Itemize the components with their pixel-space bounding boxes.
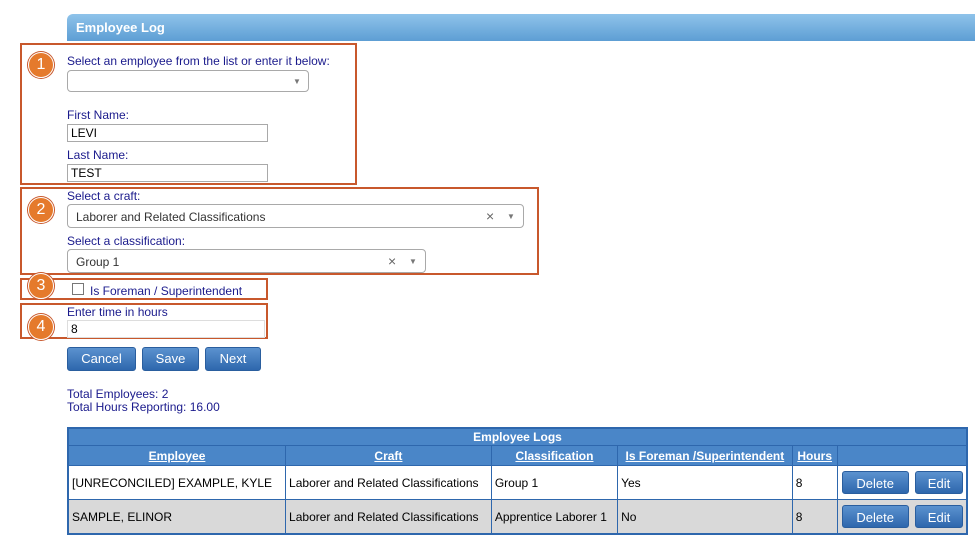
panel-header: Employee Log bbox=[67, 14, 975, 41]
edit-button[interactable]: Edit bbox=[915, 505, 963, 528]
cell-classification: Apprentice Laborer 1 bbox=[490, 499, 619, 535]
step-marker-1: 1 bbox=[28, 52, 54, 78]
table-row: SAMPLE, ELINOR Laborer and Related Class… bbox=[67, 499, 968, 535]
column-header-foreman[interactable]: Is Foreman /Superintendent bbox=[617, 445, 793, 466]
classification-select-value: Group 1 bbox=[76, 255, 120, 269]
cell-employee: SAMPLE, ELINOR bbox=[67, 499, 287, 535]
cancel-button[interactable]: Cancel bbox=[67, 347, 136, 371]
chevron-down-icon: ▼ bbox=[293, 77, 301, 86]
first-name-field[interactable]: LEVI bbox=[67, 124, 268, 142]
foreman-label[interactable]: Is Foreman / Superintendent bbox=[90, 284, 242, 298]
last-name-label: Last Name: bbox=[67, 148, 129, 162]
chevron-down-icon[interactable]: ▼ bbox=[409, 257, 417, 266]
cell-actions: Delete Edit bbox=[836, 465, 968, 500]
total-hours: Total Hours Reporting: 16.00 bbox=[67, 400, 220, 414]
first-name-label: First Name: bbox=[67, 108, 130, 122]
cell-hours: 8 bbox=[791, 465, 838, 500]
employee-select[interactable]: ▼ bbox=[67, 70, 309, 92]
cell-employee: [UNRECONCILED] EXAMPLE, KYLE bbox=[67, 465, 287, 500]
foreman-checkbox[interactable] bbox=[72, 283, 84, 295]
close-icon[interactable]: × bbox=[486, 208, 494, 224]
cell-foreman: No bbox=[617, 499, 793, 535]
column-header-classification[interactable]: Classification bbox=[490, 445, 619, 466]
column-header-craft[interactable]: Craft bbox=[285, 445, 492, 466]
next-button[interactable]: Next bbox=[205, 347, 261, 371]
column-header-actions bbox=[836, 445, 968, 466]
classification-label: Select a classification: bbox=[67, 234, 186, 248]
table-caption: Employee Logs bbox=[67, 427, 968, 446]
step-marker-4: 4 bbox=[28, 314, 54, 340]
cell-actions: Delete Edit bbox=[836, 499, 968, 535]
cell-hours: 8 bbox=[791, 499, 838, 535]
craft-label: Select a craft: bbox=[67, 189, 141, 203]
save-button[interactable]: Save bbox=[142, 347, 199, 371]
table-caption-row: Employee Logs bbox=[67, 427, 968, 446]
employee-logs-table: Employee Logs Employee Craft Classificat… bbox=[67, 427, 968, 535]
hours-field[interactable]: 8 bbox=[67, 320, 265, 338]
classification-select[interactable]: Group 1 × ▼ bbox=[67, 249, 426, 273]
cell-craft: Laborer and Related Classifications bbox=[285, 499, 492, 535]
column-header-hours[interactable]: Hours bbox=[791, 445, 838, 466]
cell-classification: Group 1 bbox=[490, 465, 619, 500]
craft-select-value: Laborer and Related Classifications bbox=[76, 210, 266, 224]
chevron-down-icon[interactable]: ▼ bbox=[507, 212, 515, 221]
close-icon[interactable]: × bbox=[388, 253, 396, 269]
employee-select-label: Select an employee from the list or ente… bbox=[67, 54, 330, 68]
cell-craft: Laborer and Related Classifications bbox=[285, 465, 492, 500]
edit-button[interactable]: Edit bbox=[915, 471, 963, 494]
column-header-employee[interactable]: Employee bbox=[67, 445, 287, 466]
table-row: [UNRECONCILED] EXAMPLE, KYLE Laborer and… bbox=[67, 465, 968, 500]
cell-foreman: Yes bbox=[617, 465, 793, 500]
last-name-field[interactable]: TEST bbox=[67, 164, 268, 182]
delete-button[interactable]: Delete bbox=[841, 471, 909, 494]
delete-button[interactable]: Delete bbox=[841, 505, 909, 528]
craft-select[interactable]: Laborer and Related Classifications × ▼ bbox=[67, 204, 524, 228]
table-header-row: Employee Craft Classification Is Foreman… bbox=[67, 445, 968, 466]
step-marker-2: 2 bbox=[28, 197, 54, 223]
hours-label: Enter time in hours bbox=[67, 305, 168, 319]
step-marker-3: 3 bbox=[28, 273, 54, 299]
panel-title: Employee Log bbox=[76, 20, 165, 35]
